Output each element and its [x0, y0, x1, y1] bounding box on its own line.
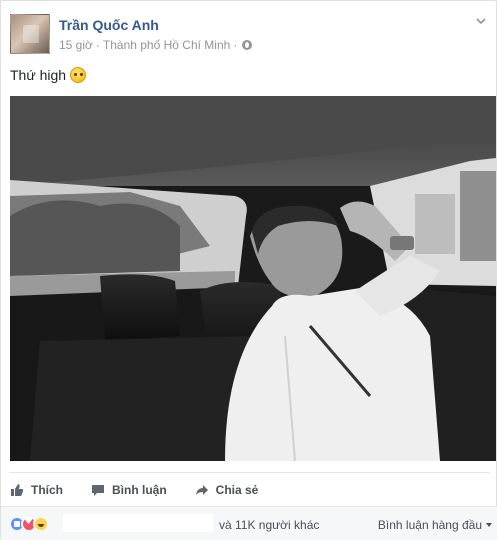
sort-label: Bình luận hàng đầu: [377, 518, 482, 532]
comment-label: Bình luận: [112, 482, 167, 497]
author-name[interactable]: Trần Quốc Anh: [59, 17, 159, 33]
post-footer: và 11K người khác Bình luận hàng đầu: [1, 506, 497, 540]
post-body: Thứ high: [10, 67, 87, 83]
share-button[interactable]: Chia sẻ: [195, 482, 259, 497]
comment-icon: [92, 484, 104, 496]
share-arrow-icon: [195, 484, 208, 495]
post-location[interactable]: Thành phố Hồ Chí Minh: [103, 38, 230, 52]
post-text: Thứ high: [10, 67, 67, 83]
author-avatar[interactable]: [10, 14, 50, 54]
caret-down-icon: [486, 523, 492, 527]
comment-sort-dropdown[interactable]: Bình luận hàng đầu: [378, 518, 492, 532]
meta-separator: ·: [95, 38, 100, 52]
chevron-down-icon[interactable]: [474, 14, 488, 28]
photo-image: [10, 96, 496, 461]
post-header: Trần Quốc Anh 15 giờ · Thành phố Hồ Chí …: [10, 14, 490, 56]
crying-laughing-emoji-icon: [70, 67, 87, 83]
share-label: Chia sẻ: [215, 482, 259, 497]
reaction-count[interactable]: và 11K người khác: [219, 518, 319, 532]
haha-reaction-icon: [33, 516, 49, 532]
like-label: Thích: [31, 482, 63, 497]
reaction-icons[interactable]: [9, 516, 49, 532]
meta-separator-2: ·: [233, 38, 238, 52]
thumbs-up-icon: [11, 483, 24, 496]
like-button[interactable]: Thích: [10, 483, 63, 497]
post-card: Trần Quốc Anh 15 giờ · Thành phố Hồ Chí …: [0, 0, 497, 540]
post-meta: 15 giờ · Thành phố Hồ Chí Minh ·: [59, 38, 253, 52]
globe-icon[interactable]: [242, 40, 253, 50]
comment-button[interactable]: Bình luận: [91, 483, 167, 497]
post-actions: Thích Bình luận Chia sẻ: [10, 472, 490, 506]
post-time[interactable]: 15 giờ: [59, 38, 93, 52]
redacted-names: [63, 514, 213, 532]
post-photo[interactable]: [10, 96, 496, 461]
